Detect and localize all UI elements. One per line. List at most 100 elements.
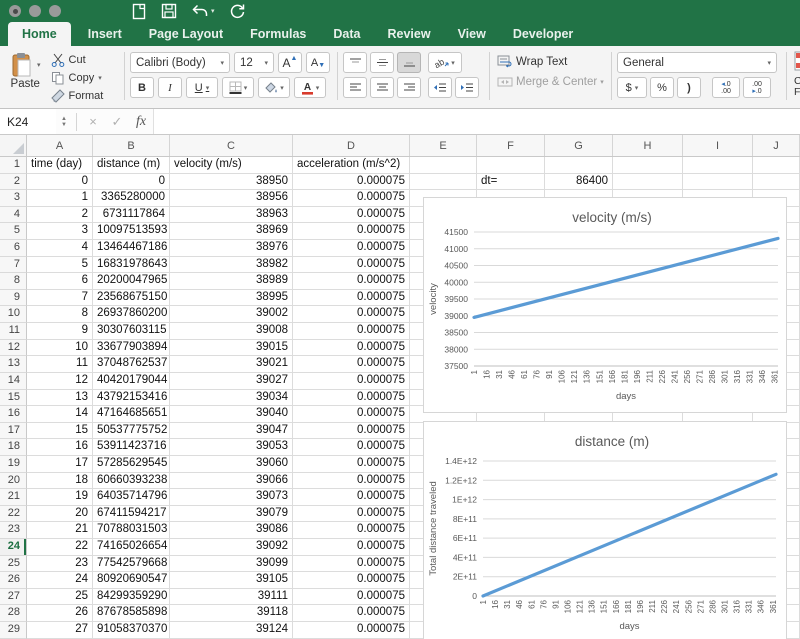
cell-J2[interactable] xyxy=(753,174,800,191)
undo-dropdown-caret[interactable]: ▾ xyxy=(211,7,215,15)
cell-D16[interactable]: 0.000075 xyxy=(293,406,410,423)
column-header-I[interactable]: I xyxy=(683,135,753,156)
enter-check-icon[interactable]: ✓ xyxy=(105,114,129,130)
cell-A29[interactable]: 27 xyxy=(27,622,93,639)
cell-C3[interactable]: 38956 xyxy=(170,190,293,207)
row-header-18[interactable]: 18 xyxy=(0,439,27,456)
cell-C14[interactable]: 39027 xyxy=(170,373,293,390)
row-header-6[interactable]: 6 xyxy=(0,240,27,257)
row-header-4[interactable]: 4 xyxy=(0,207,27,224)
borders-button[interactable]: ▾ xyxy=(222,77,254,98)
cell-B7[interactable]: 16831978643 xyxy=(93,257,170,274)
cell-D19[interactable]: 0.000075 xyxy=(293,456,410,473)
cell-D28[interactable]: 0.000075 xyxy=(293,605,410,622)
cell-B6[interactable]: 13464467186 xyxy=(93,240,170,257)
cell-A6[interactable]: 4 xyxy=(27,240,93,257)
cell-C20[interactable]: 39066 xyxy=(170,473,293,490)
cell-B3[interactable]: 3365280000 xyxy=(93,190,170,207)
align-center-button[interactable] xyxy=(370,77,394,98)
cell-A7[interactable]: 5 xyxy=(27,257,93,274)
cell-D10[interactable]: 0.000075 xyxy=(293,306,410,323)
cell-B15[interactable]: 43792153416 xyxy=(93,390,170,407)
cell-B22[interactable]: 67411594217 xyxy=(93,506,170,523)
column-header-D[interactable]: D xyxy=(293,135,410,156)
row-header-12[interactable]: 12 xyxy=(0,340,27,357)
merge-center-button[interactable]: Merge & Center ▾ xyxy=(497,76,607,88)
cell-C15[interactable]: 39034 xyxy=(170,390,293,407)
cell-D13[interactable]: 0.000075 xyxy=(293,356,410,373)
cell-D7[interactable]: 0.000075 xyxy=(293,257,410,274)
cell-C21[interactable]: 39073 xyxy=(170,489,293,506)
cell-C8[interactable]: 38989 xyxy=(170,273,293,290)
column-header-J[interactable]: J xyxy=(753,135,800,156)
cell-C2[interactable]: 38950 xyxy=(170,174,293,191)
cell-D25[interactable]: 0.000075 xyxy=(293,556,410,573)
cell-B2[interactable]: 0 xyxy=(93,174,170,191)
cell-A14[interactable]: 12 xyxy=(27,373,93,390)
redo-icon[interactable] xyxy=(229,3,245,19)
row-header-28[interactable]: 28 xyxy=(0,605,27,622)
cell-C27[interactable]: 39111 xyxy=(170,589,293,606)
merge-dropdown-caret[interactable]: ▾ xyxy=(600,78,604,86)
cell-C7[interactable]: 38982 xyxy=(170,257,293,274)
wrap-text-button[interactable]: Wrap Text xyxy=(497,55,607,68)
cell-D17[interactable]: 0.000075 xyxy=(293,423,410,440)
cell-A25[interactable]: 23 xyxy=(27,556,93,573)
row-header-25[interactable]: 25 xyxy=(0,556,27,573)
tab-review[interactable]: Review xyxy=(377,23,440,46)
cell-A8[interactable]: 6 xyxy=(27,273,93,290)
cell-C22[interactable]: 39079 xyxy=(170,506,293,523)
cell-A2[interactable]: 0 xyxy=(27,174,93,191)
number-format-select[interactable]: General ▾ xyxy=(617,52,777,73)
cell-C19[interactable]: 39060 xyxy=(170,456,293,473)
cancel-icon[interactable]: × xyxy=(81,114,105,129)
orientation-button[interactable]: ab ▾ xyxy=(428,52,462,73)
insert-function-icon[interactable]: fx xyxy=(129,114,153,130)
bold-button[interactable]: B xyxy=(130,77,154,98)
minimize-window-button[interactable] xyxy=(29,5,41,17)
cell-B12[interactable]: 33677903894 xyxy=(93,340,170,357)
cell-B28[interactable]: 87678585898 xyxy=(93,605,170,622)
cell-G2[interactable]: 86400 xyxy=(545,174,613,191)
name-box-spinner[interactable]: ▲▼ xyxy=(56,116,72,128)
underline-button[interactable]: U▾ xyxy=(186,77,218,98)
cell-A26[interactable]: 24 xyxy=(27,572,93,589)
cell-B23[interactable]: 70788031503 xyxy=(93,522,170,539)
row-header-22[interactable]: 22 xyxy=(0,506,27,523)
row-header-13[interactable]: 13 xyxy=(0,356,27,373)
align-left-button[interactable] xyxy=(343,77,367,98)
tab-insert[interactable]: Insert xyxy=(78,23,132,46)
column-header-B[interactable]: B xyxy=(93,135,170,156)
format-painter-button[interactable]: Format xyxy=(51,87,104,104)
cell-H2[interactable] xyxy=(613,174,683,191)
cell-C9[interactable]: 38995 xyxy=(170,290,293,307)
cell-B13[interactable]: 37048762537 xyxy=(93,356,170,373)
undo-button[interactable]: ▾ xyxy=(191,4,215,19)
cell-H1[interactable] xyxy=(613,157,683,174)
cell-B18[interactable]: 53911423716 xyxy=(93,439,170,456)
align-bottom-button[interactable] xyxy=(397,52,421,73)
select-all-corner[interactable] xyxy=(0,135,27,156)
increase-indent-button[interactable] xyxy=(455,77,479,98)
copy-dropdown-caret[interactable]: ▾ xyxy=(98,74,102,82)
cell-C28[interactable]: 39118 xyxy=(170,605,293,622)
cell-A22[interactable]: 20 xyxy=(27,506,93,523)
cell-C29[interactable]: 39124 xyxy=(170,622,293,639)
cell-A12[interactable]: 10 xyxy=(27,340,93,357)
cell-A20[interactable]: 18 xyxy=(27,473,93,490)
row-header-3[interactable]: 3 xyxy=(0,190,27,207)
cell-D21[interactable]: 0.000075 xyxy=(293,489,410,506)
tab-home[interactable]: Home xyxy=(8,22,71,46)
cell-B19[interactable]: 57285629545 xyxy=(93,456,170,473)
cell-A24[interactable]: 22 xyxy=(27,539,93,556)
currency-format-button[interactable]: $▾ xyxy=(617,77,647,98)
formula-input[interactable] xyxy=(153,109,800,134)
row-header-23[interactable]: 23 xyxy=(0,522,27,539)
name-box[interactable]: K24 xyxy=(0,109,56,134)
chart-velocity[interactable]: velocity (m/s)37500380003850039000395004… xyxy=(423,197,787,413)
cell-A9[interactable]: 7 xyxy=(27,290,93,307)
row-header-8[interactable]: 8 xyxy=(0,273,27,290)
increase-decimal-button[interactable]: ◂.0.00 xyxy=(712,77,740,98)
row-header-16[interactable]: 16 xyxy=(0,406,27,423)
cell-A11[interactable]: 9 xyxy=(27,323,93,340)
